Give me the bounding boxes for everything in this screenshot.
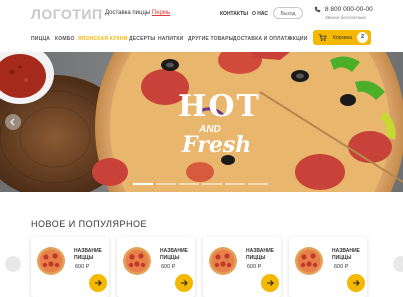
arrow-right-icon [353,280,360,286]
pizza-image [209,247,237,275]
product-price: 600 Р [334,264,349,270]
contacts-link[interactable]: КОНТАКТЫ [220,11,248,17]
product-name-line: НАЗВАНИЕ [74,248,102,254]
cart-label: Корзина [333,35,353,41]
product-name: НАЗВАНИЕ ПИЦЦЫ [74,248,102,261]
product-name-line: ПИЦЦЫ [74,254,94,261]
nav-item-combo[interactable]: КОМБО [55,36,75,42]
logo[interactable]: ЛОГОТИП [31,6,103,22]
phone-icon [314,6,321,13]
nav-item-promos[interactable]: АКЦИИ [289,36,308,42]
slide-dot-4[interactable] [202,183,222,185]
nav-item-other[interactable]: ДРУГИЕ ТОВАРЫ [188,36,234,42]
phone-number[interactable]: 8 800 000-00-00 [325,6,373,13]
phone-note: Звонок бесплатный [325,15,366,20]
hero-title-hot: HOT [178,89,261,124]
nav-item-pizza[interactable]: ПИЦЦА [31,36,50,42]
nav-item-japanese[interactable]: ЯПОНСКАЯ КУХНЯ [78,36,128,42]
about-link[interactable]: О НАС [252,11,268,17]
product-price: 600 Р [247,264,262,270]
product-name-line: НАЗВАНИЕ [160,248,188,254]
product-name-line: НАЗВАНИЕ [246,248,274,254]
delivery-info: Доставка пиццы Пермь [105,10,170,16]
product-name: НАЗВАНИЕ ПИЦЦЫ [246,248,274,261]
nav-item-drinks[interactable]: НАПИТКИ [158,36,183,42]
nav-item-desserts[interactable]: ДЕСЕРТЫ [129,36,155,42]
chevron-left-icon [10,118,15,126]
arrow-right-icon [95,280,102,286]
pizza-image [295,247,323,275]
slide-dot-5[interactable] [225,183,245,185]
product-name-line: НАЗВАНИЕ [332,248,360,254]
carousel-prev-button[interactable] [5,256,21,272]
hero-title-fresh: Fresh [182,132,252,158]
hero-banner: HOT AND Fresh [0,52,403,192]
pizza-image [123,247,151,275]
slide-dot-2[interactable] [156,183,176,185]
cart-icon [318,34,327,42]
slide-dot-6[interactable] [248,183,268,185]
product-price: 600 Р [161,264,176,270]
product-name: НАЗВАНИЕ ПИЦЦЫ [160,248,188,261]
arrow-right-icon [181,280,188,286]
city-selector[interactable]: Пермь [152,10,170,16]
product-price: 600 Р [75,264,90,270]
product-name-line: ПИЦЦЫ [246,254,266,261]
carousel-next-button[interactable] [393,256,403,272]
delivery-text: Доставка пиццы [105,10,152,16]
product-name-line: ПИЦЦЫ [332,254,352,261]
nav-item-delivery[interactable]: ДОСТАВКА И ОПЛАТА [233,36,291,42]
slide-dot-3[interactable] [179,183,199,185]
section-title: НОВОЕ И ПОПУЛЯРНОЕ [31,219,147,229]
slide-dot-1[interactable] [133,183,153,185]
product-name: НАЗВАНИЕ ПИЦЦЫ [332,248,360,261]
product-name-line: ПИЦЦЫ [160,254,180,261]
pizza-image [37,247,65,275]
cart-count-badge: 2 [357,32,368,43]
login-button[interactable]: Выход [273,7,303,19]
arrow-right-icon [267,280,274,286]
